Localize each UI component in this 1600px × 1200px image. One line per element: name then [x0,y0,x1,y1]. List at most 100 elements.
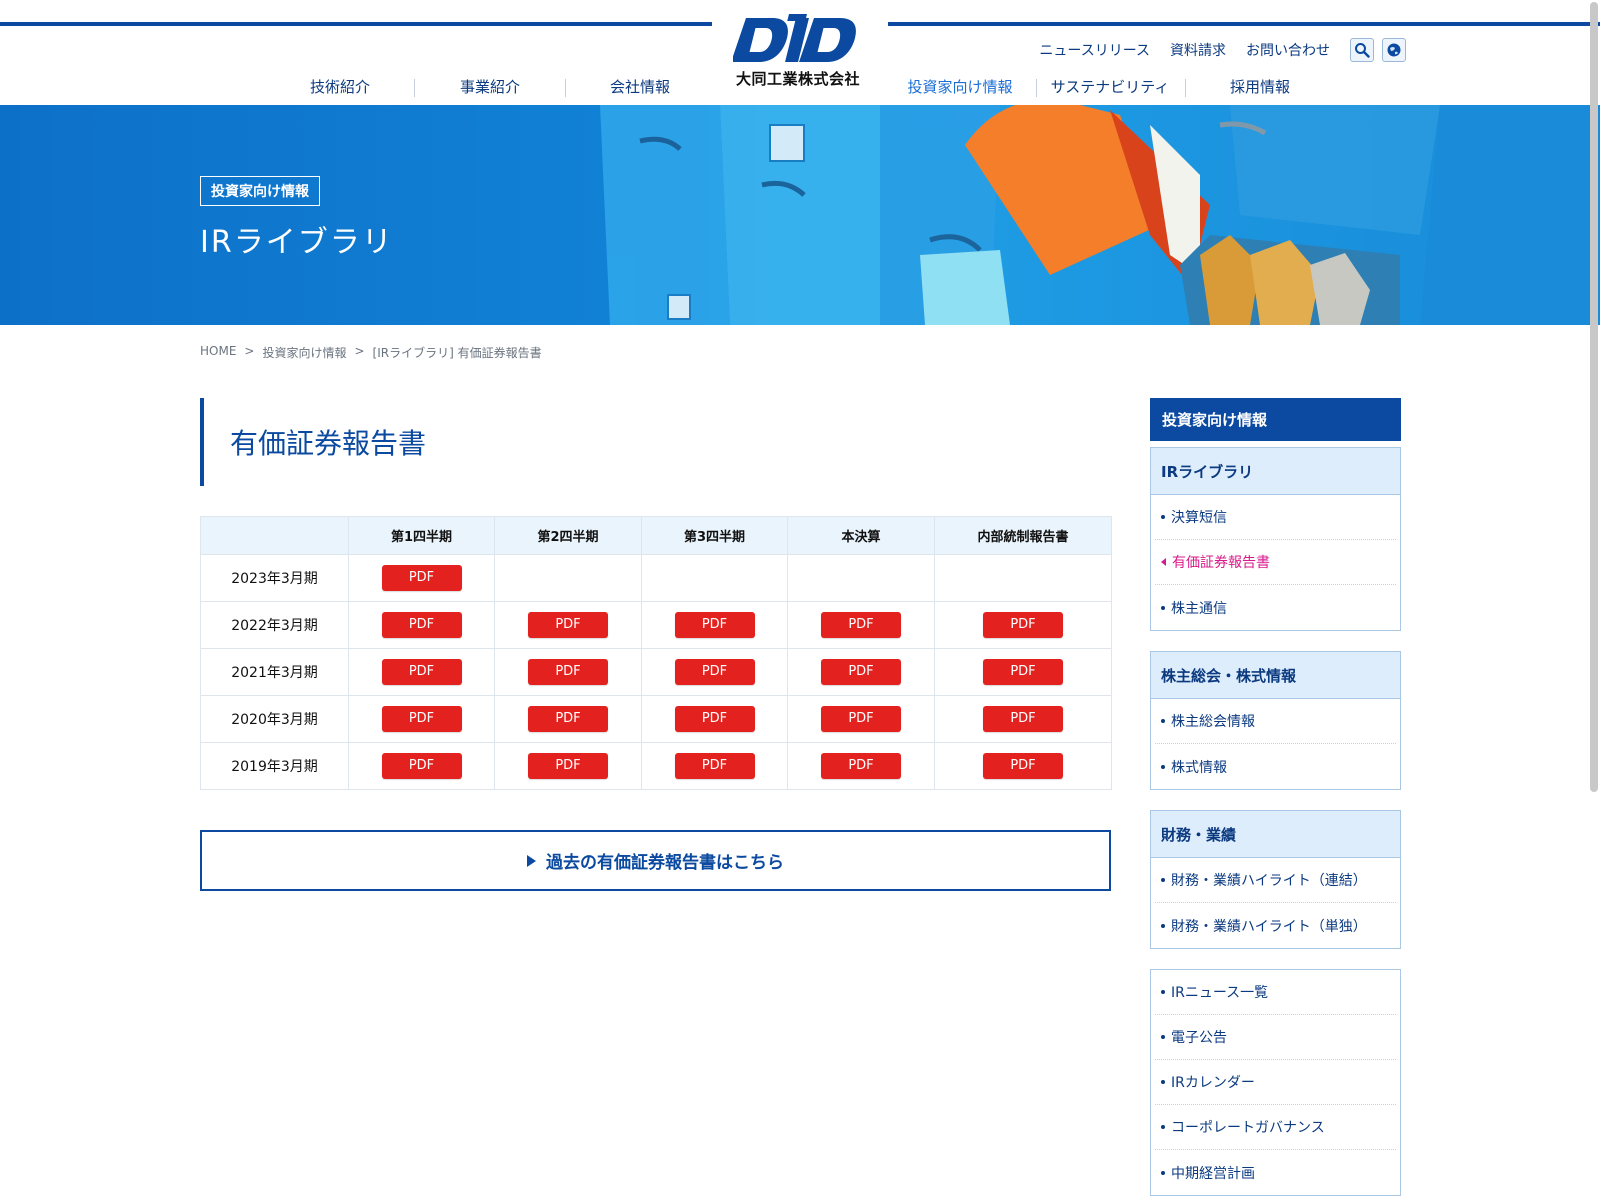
header-q1: 第1四半期 [348,516,495,555]
nav-investors[interactable]: 投資家向け情報 [885,76,1035,97]
pdf-download-button[interactable]: PDF [381,565,462,591]
sidebar-heading[interactable]: 投資家向け情報 [1150,398,1401,441]
header-rule-left [0,22,712,26]
nav-company[interactable]: 会社情報 [565,76,715,97]
pdf-download-button[interactable]: PDF [674,612,755,638]
table-cell-q3: PDF [641,601,788,649]
pdf-download-button[interactable]: PDF [821,612,901,638]
table-cell-q1: PDF [348,648,495,696]
sidebar-link-label: 有価証券報告書 [1172,555,1270,571]
header-empty-cell [200,516,349,555]
pdf-download-button[interactable]: PDF [381,659,462,685]
nav-technology[interactable]: 技術紹介 [265,76,415,97]
pdf-download-button[interactable]: PDF [674,753,755,779]
pdf-download-button[interactable]: PDF [381,753,462,779]
pdf-download-button[interactable]: PDF [528,753,608,779]
table-cell-q2: PDF [494,695,642,743]
sidebar-link[interactable]: 決算短信 [1161,507,1227,527]
sidebar-link[interactable]: 財務・業績ハイライト（単独） [1161,916,1367,936]
period-label: 2021年3月期 [200,648,349,696]
nav-business[interactable]: 事業紹介 [415,76,565,97]
pdf-download-button[interactable]: PDF [983,706,1063,732]
sidebar-item: 株主通信 [1155,585,1396,630]
bullet-icon [1161,923,1165,928]
sidebar-link-label: 株式情報 [1171,759,1227,776]
util-docs-link[interactable]: 資料請求 [1170,40,1226,60]
table-row: 2019年3月期 PDF PDF PDF PDF PDF [200,742,1112,790]
nav-sustainability[interactable]: サステナビリティ [1035,76,1185,97]
breadcrumb-separator: > [354,344,365,358]
pdf-download-button[interactable]: PDF [528,706,608,732]
sidebar-link[interactable]: 株主通信 [1161,598,1227,618]
sidebar-list: 決算短信有価証券報告書株主通信 [1151,495,1400,630]
util-news-link[interactable]: ニュースリリース [1039,40,1150,60]
table-cell-annual: PDF [787,742,935,790]
sidebar-link[interactable]: 有価証券報告書 [1161,552,1270,572]
search-icon [1355,43,1370,58]
current-arrow-icon [1161,558,1166,566]
header-q3: 第3四半期 [641,516,788,555]
util-contact-link[interactable]: お問い合わせ [1246,40,1330,60]
pdf-download-button[interactable]: PDF [674,706,755,732]
table-cell-q3: PDF [641,695,788,743]
sidebar-item: 中期経営計画 [1155,1150,1396,1195]
sidebar-group-title[interactable]: 株主総会・株式情報 [1151,652,1400,699]
sidebar-group: 財務・業績財務・業績ハイライト（連結） 財務・業績ハイライト（単独） [1150,810,1401,949]
did-logo-icon [733,14,856,62]
sidebar-link[interactable]: 中期経営計画 [1161,1163,1255,1183]
pdf-download-button[interactable]: PDF [821,659,901,685]
sidebar-group: 株主総会・株式情報株主総会情報株式情報 [1150,651,1401,790]
table-cell-internal-control [934,554,1112,602]
sidebar-group-title[interactable]: 財務・業績 [1151,811,1400,858]
breadcrumb-home[interactable]: HOME [200,344,236,361]
breadcrumb-current: [IRライブラリ] 有価証券報告書 [372,346,542,360]
bullet-icon [1161,764,1165,769]
sidebar-item: 有価証券報告書 [1155,540,1396,585]
sidebar-link[interactable]: 株式情報 [1161,757,1227,777]
pdf-download-button[interactable]: PDF [528,612,608,638]
period-label: 2020年3月期 [200,695,349,743]
scrollbar-thumb[interactable] [1590,2,1598,792]
past-reports-link[interactable]: 過去の有価証券報告書はこちら [200,830,1111,891]
breadcrumb-investors[interactable]: 投資家向け情報 [262,344,346,361]
sidebar-link[interactable]: コーポレートガバナンス [1161,1117,1325,1137]
hero-title: IRライブラリ [200,225,394,260]
bullet-icon [1161,1125,1165,1129]
sidebar-link-label: 財務・業績ハイライト（連結） [1171,873,1367,889]
table-body: 2023年3月期 PDF 2022年3月期 PDF PDF PDF PDF PDF 2021年3… [200,554,1112,790]
sidebar-link-label: 財務・業績ハイライト（単独） [1171,918,1367,935]
nav-careers[interactable]: 採用情報 [1185,76,1335,97]
pdf-download-button[interactable]: PDF [381,612,462,638]
language-button[interactable] [1382,38,1406,62]
period-label: 2023年3月期 [200,554,349,602]
sidebar-link[interactable]: 電子公告 [1161,1027,1227,1047]
bullet-icon [1161,515,1165,519]
pdf-download-button[interactable]: PDF [674,659,755,685]
search-button[interactable] [1350,38,1374,62]
sidebar: 投資家向け情報 IRライブラリ 決算短信 有価証券報告書 株主通信 株主総会・株式情報株… [1150,398,1401,1196]
pdf-download-button[interactable]: PDF [528,659,608,685]
table-row: 2022年3月期 PDF PDF PDF PDF PDF [200,601,1112,649]
pdf-download-button[interactable]: PDF [821,753,901,779]
sidebar-link[interactable]: IRカレンダー [1161,1072,1255,1092]
sidebar-link[interactable]: 財務・業績ハイライト（連結） [1161,870,1367,890]
bullet-icon [1161,1080,1165,1084]
table-cell-internal-control: PDF [934,601,1112,649]
pdf-download-button[interactable]: PDF [983,659,1063,685]
sidebar-link[interactable]: IRニュース一覧 [1161,982,1268,1002]
pdf-download-button[interactable]: PDF [983,612,1063,638]
header-q2: 第2四半期 [494,516,642,555]
table-cell-annual: PDF [787,695,935,743]
sidebar-link[interactable]: 株主総会情報 [1161,711,1255,731]
header-internal-control: 内部統制報告書 [934,516,1112,555]
table-cell-q3: PDF [641,648,788,696]
bullet-icon [1161,878,1165,882]
pdf-download-button[interactable]: PDF [381,706,462,732]
pdf-download-button[interactable]: PDF [821,706,901,732]
bullet-icon [1161,1035,1165,1039]
sidebar-group-title[interactable]: IRライブラリ [1151,448,1400,495]
play-arrow-icon [527,854,536,867]
pdf-download-button[interactable]: PDF [983,753,1063,779]
table-header-row: 第1四半期 第2四半期 第3四半期 本決算 内部統制報告書 [200,516,1112,555]
sidebar-link-label: 中期経営計画 [1171,1165,1255,1182]
